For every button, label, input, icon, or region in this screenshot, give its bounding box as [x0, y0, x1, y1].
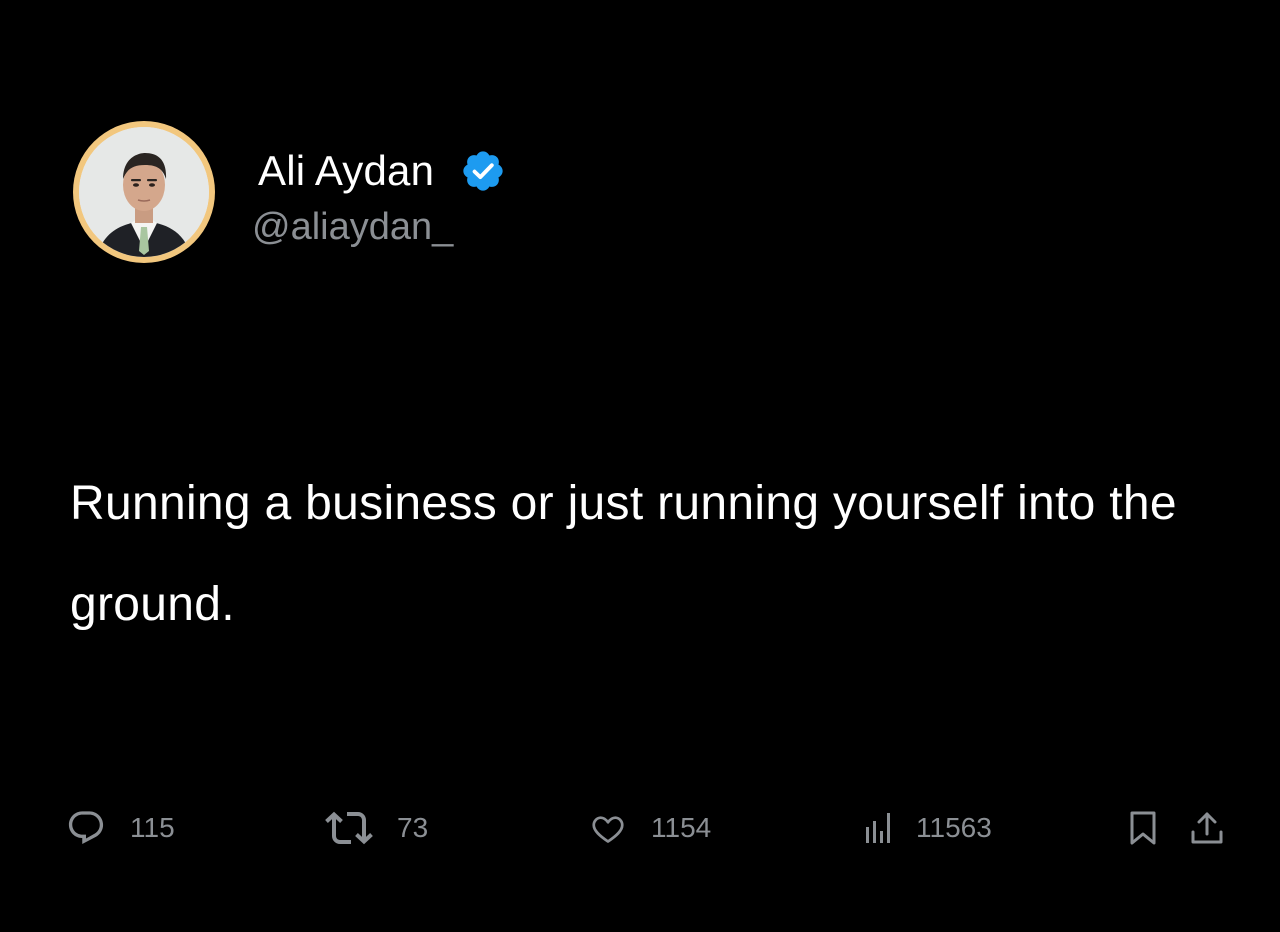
verified-badge-icon [460, 148, 506, 194]
like-count: 1154 [651, 812, 712, 843]
share-button[interactable] [1190, 796, 1224, 860]
avatar-photo [79, 127, 209, 257]
share-upload-icon [1190, 810, 1224, 846]
speech-bubble-icon [66, 808, 106, 848]
reply-count: 115 [130, 812, 175, 843]
heart-icon [589, 809, 627, 847]
tweet-card: Ali Aydan @aliaydan_ Running a business … [0, 0, 1280, 932]
retweet-button[interactable]: 73 [325, 796, 428, 860]
bar-chart-icon [864, 811, 892, 845]
action-bar: 115 73 1154 11563 [0, 796, 1280, 860]
views-button[interactable]: 11563 [864, 796, 992, 860]
author-handle[interactable]: @aliaydan_ [252, 204, 453, 250]
author-name-row: Ali Aydan [258, 146, 506, 196]
retweet-icon [325, 804, 373, 852]
bookmark-button[interactable] [1128, 796, 1158, 860]
avatar[interactable] [73, 121, 215, 263]
retweet-count: 73 [397, 812, 429, 843]
views-count: 11563 [916, 812, 992, 843]
tweet-text: Running a business or just running yours… [70, 477, 1177, 631]
bookmark-icon [1128, 810, 1158, 846]
reply-button[interactable]: 115 [66, 796, 175, 860]
like-button[interactable]: 1154 [589, 796, 711, 860]
display-name[interactable]: Ali Aydan [258, 146, 434, 196]
